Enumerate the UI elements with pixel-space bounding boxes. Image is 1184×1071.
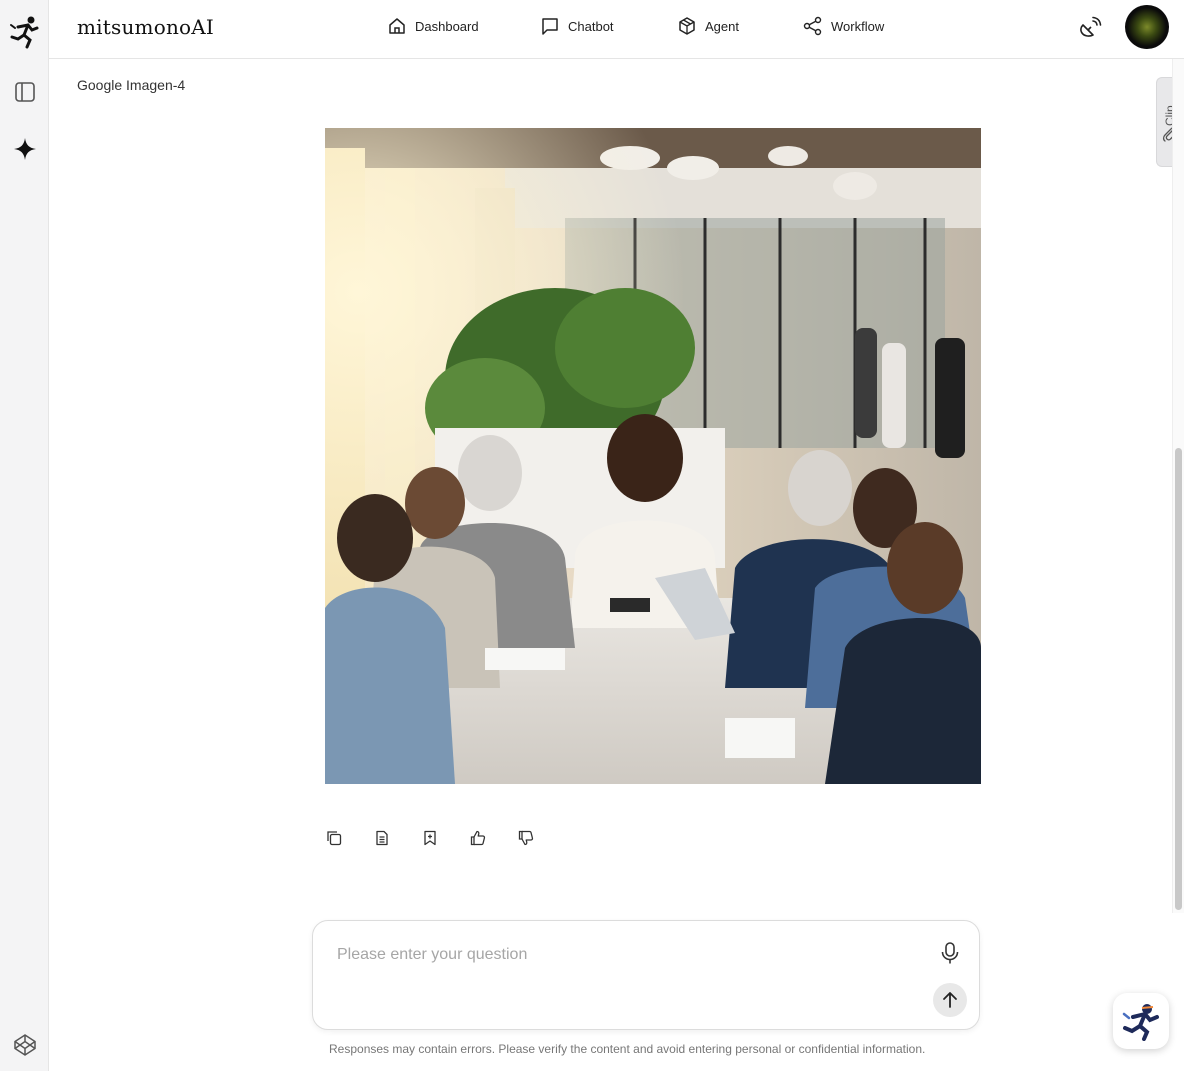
assistant-fab-button[interactable] — [1113, 993, 1169, 1049]
model-label: Google Imagen-4 — [77, 77, 186, 93]
disclaimer-text: Responses may contain errors. Please ver… — [329, 1042, 926, 1056]
sidebar-toggle-icon[interactable] — [12, 79, 38, 105]
home-icon — [389, 18, 405, 34]
top-bar: mitsumonoAI Dashboard Chatbot Agent Work… — [49, 0, 1184, 59]
chat-icon — [542, 18, 558, 35]
nav-label: Workflow — [831, 18, 885, 34]
left-sidebar — [0, 0, 49, 1071]
codepen-icon[interactable] — [12, 1032, 38, 1058]
microphone-icon[interactable] — [939, 941, 961, 965]
question-input[interactable] — [337, 943, 897, 967]
document-icon[interactable] — [373, 828, 391, 848]
ninja-mascot-icon — [1122, 1004, 1159, 1041]
satellite-icon[interactable] — [1078, 16, 1102, 40]
user-avatar[interactable] — [1125, 5, 1169, 49]
generated-image[interactable] — [325, 128, 981, 784]
scrollbar-thumb[interactable] — [1175, 448, 1182, 910]
nav-chatbot[interactable]: Chatbot — [540, 16, 614, 36]
brand-name[interactable]: mitsumonoAI — [77, 15, 214, 39]
thumbs-down-icon[interactable] — [517, 828, 535, 848]
thumbs-up-icon[interactable] — [469, 828, 487, 848]
cube-icon — [679, 17, 695, 35]
chat-composer — [312, 920, 980, 1030]
share-icon — [803, 16, 822, 36]
logo-runner-icon[interactable] — [9, 15, 39, 49]
message-actions — [325, 828, 535, 848]
nav-agent[interactable]: Agent — [677, 16, 739, 36]
nav-label: Dashboard — [415, 18, 479, 34]
nav-workflow[interactable]: Workflow — [803, 16, 884, 36]
sparkle-icon[interactable] — [12, 136, 38, 162]
bookmark-add-icon[interactable] — [421, 828, 439, 848]
nav-dashboard[interactable]: Dashboard — [387, 16, 479, 36]
send-button[interactable] — [933, 983, 967, 1017]
nav-label: Chatbot — [568, 18, 614, 34]
nav-label: Agent — [705, 18, 739, 34]
arrow-up-icon — [943, 992, 957, 1008]
copy-icon[interactable] — [325, 828, 343, 848]
